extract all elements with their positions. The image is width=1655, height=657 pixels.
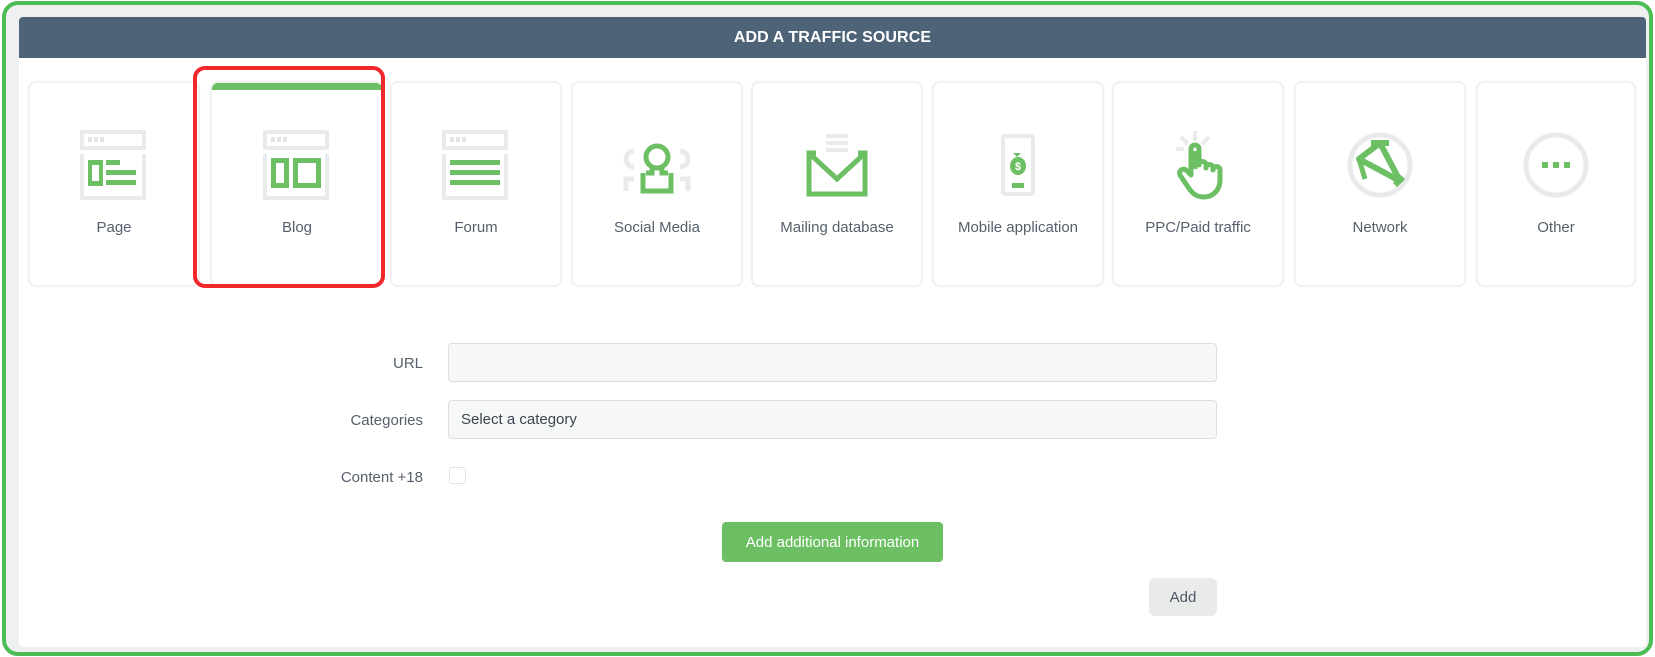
panel-title: ADD A TRAFFIC SOURCE [733, 28, 932, 46]
source-card-label: Network [1352, 219, 1408, 236]
network-icon [1347, 132, 1413, 198]
categories-selected-value: Select a category [461, 411, 577, 428]
adult-content-checkbox[interactable] [449, 467, 466, 484]
categories-label: Categories [350, 412, 423, 429]
mobile-money-icon: $ [1001, 134, 1035, 196]
add-button[interactable]: Add [1149, 578, 1217, 616]
source-card-label: Blog [281, 219, 313, 236]
categories-select[interactable]: Select a category [448, 400, 1217, 439]
forum-lines-icon [442, 130, 508, 200]
focus-frame: ADD A TRAFFIC SOURCE Page Blog Forum Soc… [2, 1, 1653, 656]
url-input[interactable] [448, 343, 1217, 382]
source-card-label: Page [96, 219, 132, 236]
pointer-click-icon [1176, 131, 1223, 200]
source-card-label: Mailing database [780, 219, 894, 236]
envelope-icon [806, 134, 868, 197]
svg-text:$: $ [1015, 161, 1021, 173]
ellipsis-icon [1523, 132, 1589, 198]
source-card-mailing-database[interactable]: Mailing database [753, 83, 921, 285]
source-card-label: Forum [454, 219, 498, 236]
panel-header: ADD A TRAFFIC SOURCE [19, 17, 1646, 58]
add-traffic-source-panel: ADD A TRAFFIC SOURCE Page Blog Forum Soc… [19, 17, 1646, 647]
url-label: URL [392, 355, 423, 372]
source-card-other[interactable]: Other [1478, 83, 1634, 285]
source-card-ppc-paid-traffic[interactable]: PPC/Paid traffic [1114, 83, 1282, 285]
adult-content-label: Content +18 [340, 469, 423, 486]
source-card-label: Social Media [614, 219, 700, 236]
source-card-forum[interactable]: Forum [392, 83, 560, 285]
social-people-icon [623, 143, 691, 194]
source-card-network[interactable]: Network [1296, 83, 1464, 285]
source-card-mobile-application[interactable]: $ Mobile application [934, 83, 1102, 285]
page-layout-icon [80, 130, 146, 200]
source-card-label: Other [1537, 219, 1575, 236]
add-additional-information-button[interactable]: Add additional information [722, 522, 943, 562]
source-card-page[interactable]: Page [30, 83, 198, 285]
source-card-label: Mobile application [957, 219, 1079, 236]
source-card-blog[interactable]: Blog [212, 83, 382, 285]
source-card-social-media[interactable]: Social Media [573, 83, 741, 285]
source-card-label: PPC/Paid traffic [1145, 219, 1251, 236]
blog-layout-icon [263, 130, 329, 200]
